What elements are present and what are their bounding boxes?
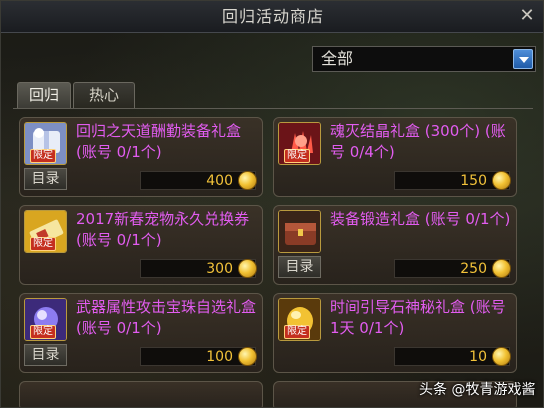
limited-badge: 限定 xyxy=(284,325,310,339)
item-name: 时间引导石神秘礼盒 (账号1天 0/1个) xyxy=(330,298,506,337)
category-dropdown-value: 全部 xyxy=(321,49,354,68)
item-name: 武器属性攻击宝珠自选礼盒(账号 0/1个) xyxy=(76,298,257,337)
coin-icon xyxy=(238,171,257,190)
shop-item-card[interactable]: 装备锻造礼盒 (账号 0/1个) 目录 250 xyxy=(273,205,517,285)
shop-item-card[interactable]: 限定 回归之天道酬勤装备礼盒(账号 0/1个) 目录 400 xyxy=(19,117,263,197)
item-name: 回归之天道酬勤装备礼盒(账号 0/1个) xyxy=(76,122,242,161)
golden-stone-icon: 限定 xyxy=(278,298,321,341)
treasure-chest-icon xyxy=(278,210,321,253)
window-title: 回归活动商店 xyxy=(221,7,324,26)
catalog-button[interactable]: 目录 xyxy=(24,344,67,366)
limited-badge: 限定 xyxy=(284,149,310,163)
shop-item-card[interactable] xyxy=(19,381,263,407)
price-bar: 100 xyxy=(140,347,257,366)
coin-icon xyxy=(492,259,511,278)
limited-badge: 限定 xyxy=(30,325,56,339)
activity-shop-window: 回归活动商店 ✕ 全部 回归 热心 限定 回归之天道酬勤装备礼盒(账号 0/1个… xyxy=(0,0,544,408)
tab-enthusiasm[interactable]: 热心 xyxy=(73,82,135,109)
category-dropdown[interactable]: 全部 xyxy=(312,46,536,72)
item-name: 装备锻造礼盒 (账号 0/1个) xyxy=(330,210,511,228)
orb-icon: 限定 xyxy=(24,298,67,341)
item-price: 400 xyxy=(206,173,233,189)
coin-icon xyxy=(238,259,257,278)
coin-icon xyxy=(492,347,511,366)
crystal-icon: 限定 xyxy=(278,122,321,165)
price-bar: 250 xyxy=(394,259,511,278)
shop-item-card[interactable]: 限定 时间引导石神秘礼盒 (账号1天 0/1个) 10 xyxy=(273,293,517,373)
limited-badge: 限定 xyxy=(30,237,56,251)
coin-icon xyxy=(238,347,257,366)
price-bar: 400 xyxy=(140,171,257,190)
shop-item-card[interactable]: 限定 武器属性攻击宝珠自选礼盒(账号 0/1个) 目录 100 xyxy=(19,293,263,373)
item-price: 300 xyxy=(206,261,233,277)
catalog-button[interactable]: 目录 xyxy=(24,168,67,190)
close-icon: ✕ xyxy=(519,5,535,26)
coin-icon xyxy=(492,171,511,190)
chevron-down-icon[interactable] xyxy=(513,49,533,69)
item-price: 150 xyxy=(460,173,487,189)
tab-divider xyxy=(13,108,533,109)
price-bar: 10 xyxy=(394,347,511,366)
item-price: 250 xyxy=(460,261,487,277)
gift-box-icon: 限定 xyxy=(24,122,67,165)
item-name: 2017新春宠物永久兑换券(账号 0/1个) xyxy=(76,210,250,249)
price-bar: 150 xyxy=(394,171,511,190)
watermark: 头条 @牧青游戏酱 xyxy=(419,382,536,398)
limited-badge: 限定 xyxy=(30,149,56,163)
item-price: 100 xyxy=(206,349,233,365)
title-bar: 回归活动商店 ✕ xyxy=(1,1,543,33)
shop-item-card[interactable]: 限定 2017新春宠物永久兑换券(账号 0/1个) 300 xyxy=(19,205,263,285)
close-button[interactable]: ✕ xyxy=(517,6,537,26)
pet-ticket-icon: 限定 xyxy=(24,210,67,253)
shop-item-card[interactable]: 限定 魂灭结晶礼盒 (300个) (账号 0/4个) 150 xyxy=(273,117,517,197)
catalog-button[interactable]: 目录 xyxy=(278,256,321,278)
price-bar: 300 xyxy=(140,259,257,278)
item-name: 魂灭结晶礼盒 (300个) (账号 0/4个) xyxy=(330,122,506,161)
tab-return[interactable]: 回归 xyxy=(17,82,71,109)
item-price: 10 xyxy=(469,349,487,365)
